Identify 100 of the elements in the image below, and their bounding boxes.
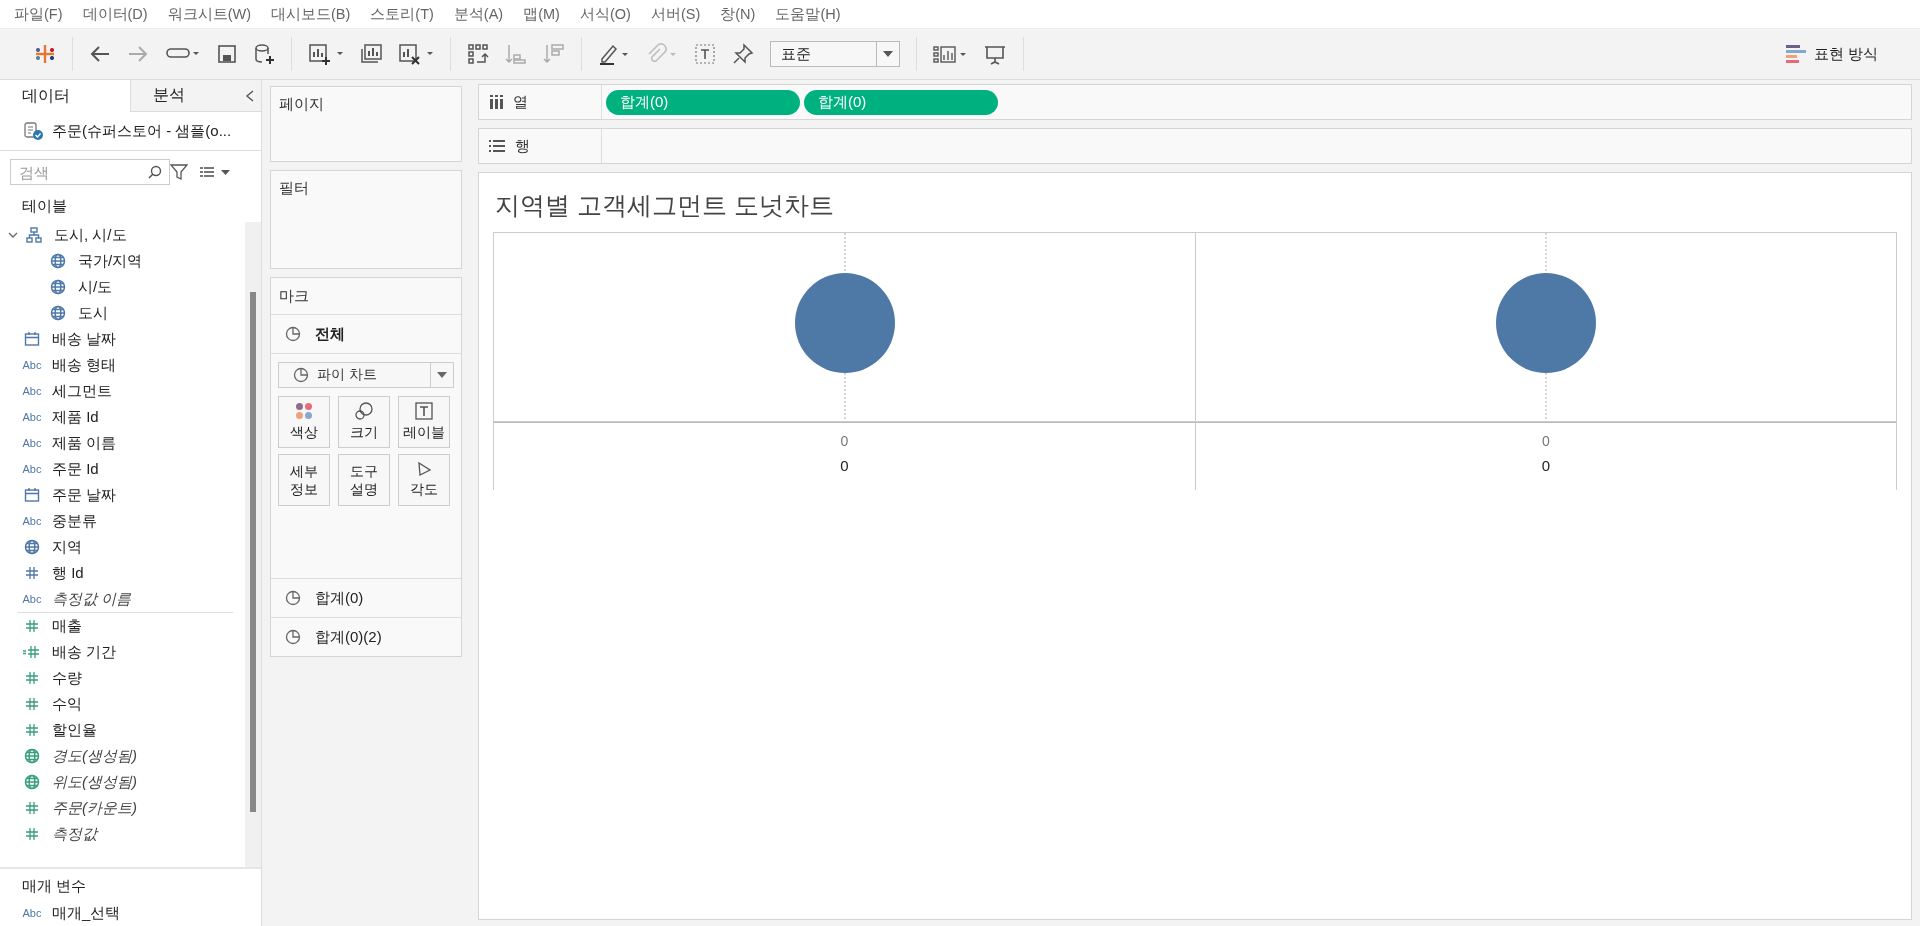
data-source-name[interactable]: 주문(슈퍼스토어 - 샘플(o... — [52, 121, 232, 141]
pie-icon — [285, 326, 301, 342]
field-name[interactable]: 지역 — [52, 537, 82, 557]
highlight-pen-icon[interactable] — [598, 43, 630, 65]
rows-icon — [489, 139, 505, 153]
field-name[interactable]: 측정값 이름 — [52, 589, 132, 609]
pie-icon — [293, 367, 309, 383]
bar-chart-icon — [1785, 43, 1806, 65]
field-name[interactable]: 국가/지역 — [78, 251, 143, 271]
data-type-label: Abc — [22, 359, 42, 371]
menu-item[interactable]: 창(N) — [710, 4, 766, 24]
collapse-icon[interactable] — [245, 89, 255, 102]
new-worksheet-icon[interactable] — [308, 43, 344, 65]
detail-button[interactable]: 세부 정보 — [278, 454, 330, 506]
field-name[interactable]: 세그먼트 — [52, 381, 112, 401]
columns-icon — [489, 95, 503, 109]
paperclip-icon[interactable] — [646, 43, 678, 65]
field-name[interactable]: 배송 날짜 — [52, 329, 117, 349]
globe-icon — [24, 774, 40, 790]
clear-sheet-icon[interactable] — [398, 43, 434, 65]
angle-button[interactable]: 각도 — [398, 454, 450, 506]
field-name[interactable]: 수량 — [52, 668, 82, 688]
presentation-icon[interactable] — [983, 43, 1007, 65]
new-data-source-icon[interactable] — [253, 43, 275, 65]
data-type-label: Abc — [22, 463, 42, 475]
globe-icon — [24, 748, 40, 764]
hash-icon — [24, 696, 40, 712]
field-name[interactable]: 측정값 — [52, 824, 97, 844]
field-name[interactable]: 매출 — [52, 616, 82, 636]
search-field[interactable]: 검색 — [10, 159, 170, 185]
tab[interactable]: 분석 — [130, 80, 261, 112]
data-type-label: Abc — [22, 593, 42, 605]
chevron-down-icon[interactable] — [8, 230, 18, 240]
size-circles-icon — [355, 402, 373, 421]
field-name[interactable]: 수익 — [52, 694, 82, 714]
show-me-button[interactable]: 표현 방식 — [1779, 42, 1884, 66]
data-type-label: Abc — [22, 437, 42, 449]
color-dots-icon — [295, 402, 313, 421]
menu-item[interactable]: 스토리(T) — [360, 4, 444, 24]
menu-item[interactable]: 서식(O) — [569, 4, 641, 24]
field-name[interactable]: 행 Id — [52, 563, 84, 583]
globe-icon — [50, 279, 66, 295]
field-name[interactable]: 경도(생성됨) — [52, 746, 137, 766]
filter-icon[interactable] — [170, 163, 188, 181]
field-name[interactable]: 주문 날짜 — [52, 485, 117, 505]
field-name[interactable]: 할인율 — [52, 720, 97, 740]
duplicate-sheet-icon[interactable] — [360, 43, 382, 65]
section-heading: 테이블 — [21, 196, 68, 216]
marks-layer[interactable]: 합계(0) — [271, 578, 461, 617]
pie-mark[interactable] — [1496, 273, 1596, 373]
field-name[interactable]: 제품 Id — [52, 407, 99, 427]
color-button[interactable]: 색상 — [278, 396, 330, 448]
globe-icon — [24, 539, 40, 555]
card-title: 필터 — [278, 178, 310, 198]
field-name[interactable]: 중분류 — [52, 511, 97, 531]
menu-item[interactable]: 도움말(H) — [765, 4, 851, 24]
field-name[interactable]: 위도(생성됨) — [52, 772, 137, 792]
menu-item[interactable]: 분석(A) — [443, 4, 514, 24]
calendar-icon — [24, 331, 40, 347]
filters-shelf[interactable]: 필터 — [270, 170, 462, 269]
field-name[interactable]: 매개_선택 — [52, 903, 121, 923]
field-name[interactable]: 배송 기간 — [52, 642, 117, 662]
field-name[interactable]: 제품 이름 — [52, 433, 117, 453]
menu-item[interactable]: 서버(S) — [640, 4, 711, 24]
field-name[interactable]: 도시 — [78, 303, 108, 323]
header-label: 0 — [1541, 457, 1551, 474]
marks-layer[interactable]: 합계(0)(2) — [271, 617, 461, 656]
menu-item[interactable]: 파일(F) — [4, 4, 73, 24]
data-type-label: Abc — [22, 515, 42, 527]
pages-shelf[interactable]: 페이지 — [270, 86, 462, 162]
text-label-icon[interactable] — [694, 43, 716, 65]
logo-icon[interactable] — [34, 43, 56, 65]
field-name[interactable]: 시/도 — [78, 277, 113, 297]
hash-icon — [24, 826, 40, 842]
scrollbar[interactable] — [245, 222, 261, 867]
fit-dropdown[interactable]: 표준 — [770, 41, 900, 67]
show-cards-icon[interactable] — [933, 43, 967, 65]
mark-type-dropdown[interactable]: 파이 차트 — [278, 362, 454, 388]
pie-icon — [285, 590, 301, 606]
tooltip-button[interactable]: 도구 설명 — [338, 454, 390, 506]
field-name[interactable]: 주문 Id — [52, 459, 99, 479]
menu-item[interactable]: 데이터(D) — [72, 4, 158, 24]
swap-icon[interactable] — [467, 43, 489, 65]
rows-shelf[interactable]: 행 — [478, 128, 1912, 164]
marks-layer[interactable]: 전체 — [271, 315, 461, 354]
field-name[interactable]: 배송 형태 — [52, 355, 117, 375]
menu-item[interactable]: 워크시트(W) — [157, 4, 261, 24]
pin-icon[interactable] — [732, 43, 754, 65]
menu-item[interactable]: 맵(M) — [513, 4, 570, 24]
pie-mark[interactable] — [794, 273, 895, 373]
label-button[interactable]: 레이블 — [398, 396, 450, 448]
data-type-label: Abc — [22, 907, 42, 919]
data-type-label: Abc — [22, 385, 42, 397]
globe-icon — [50, 253, 66, 269]
save-icon[interactable] — [217, 44, 237, 64]
menu-item[interactable]: 대시보드(B) — [261, 4, 361, 24]
field-name[interactable]: 도시, 시/도 — [54, 225, 127, 245]
globe-icon — [50, 305, 66, 321]
size-button[interactable]: 크기 — [338, 396, 390, 448]
field-name[interactable]: 주문(카운트) — [52, 798, 137, 818]
